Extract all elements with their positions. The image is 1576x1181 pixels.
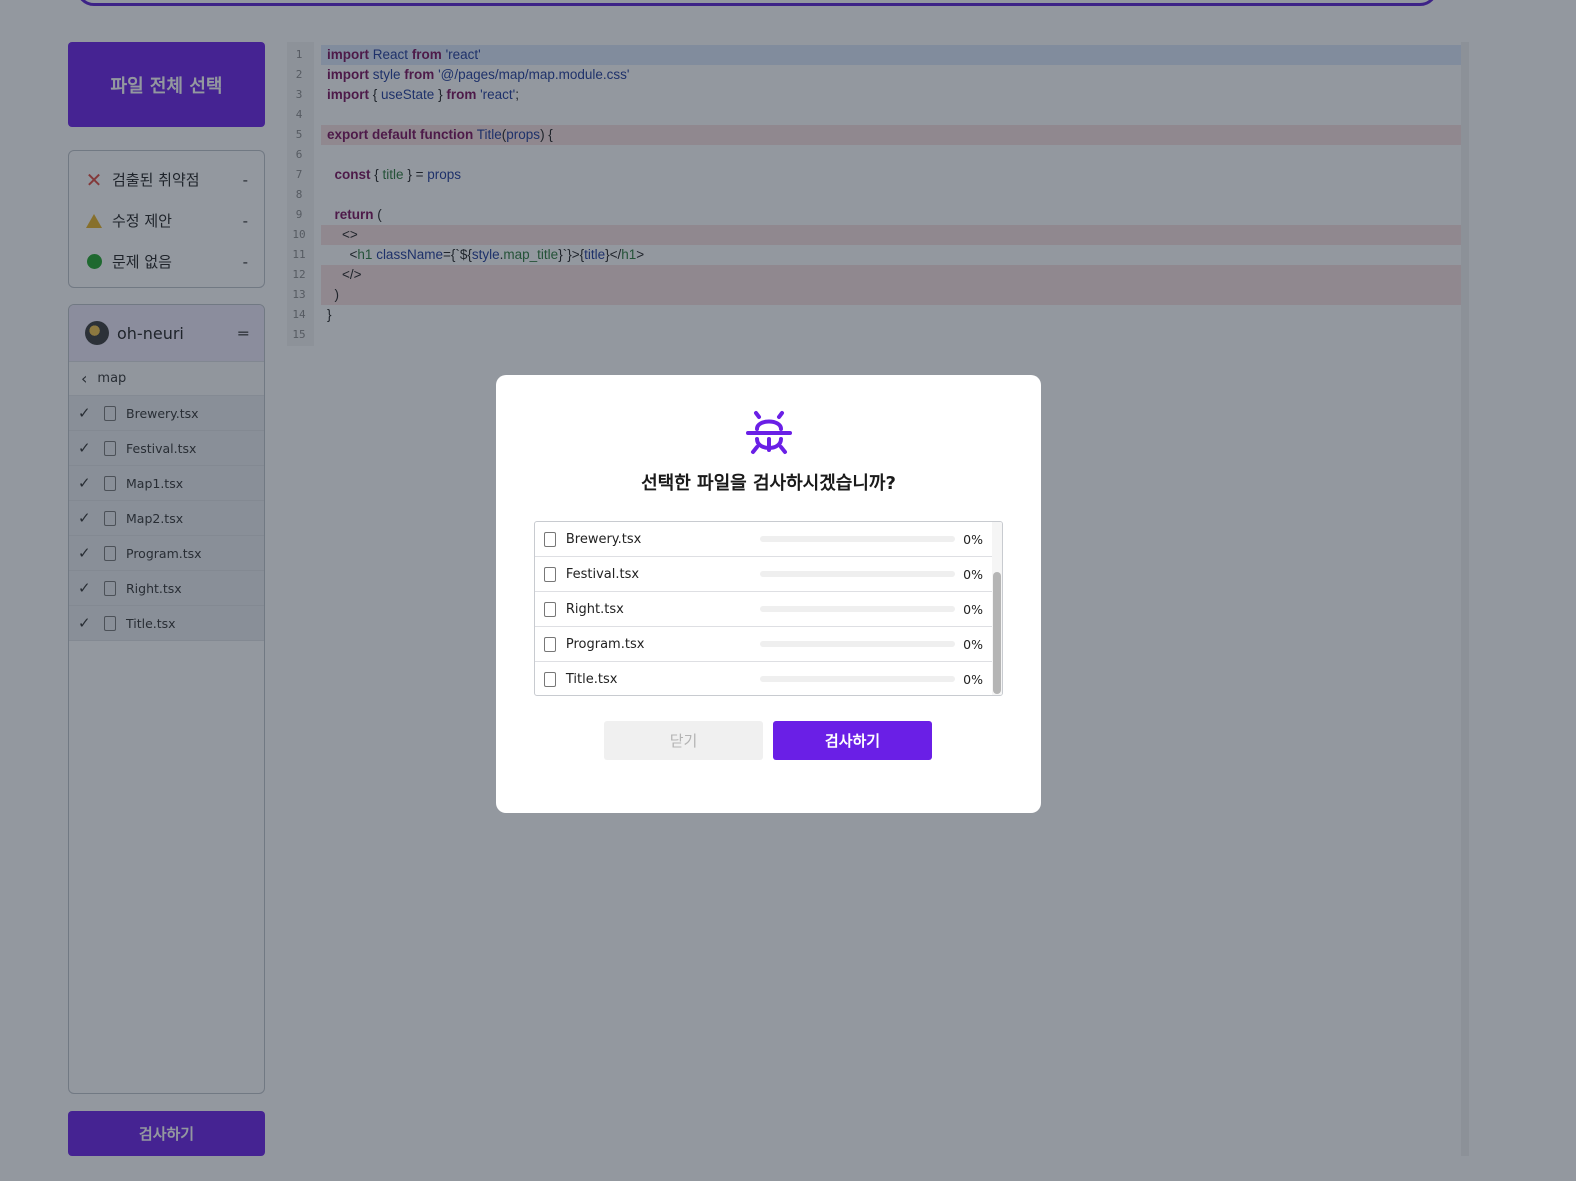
progress-bar <box>760 676 956 682</box>
file-icon <box>544 531 556 547</box>
file-name: Title.tsx <box>565 671 618 687</box>
bug-icon <box>746 411 792 454</box>
progress-percent: 0% <box>963 601 983 617</box>
close-button[interactable]: 닫기 <box>604 721 763 760</box>
modal-title: 선택한 파일을 검사하시겠습니까? <box>641 473 896 494</box>
progress-percent: 0% <box>963 671 983 687</box>
progress-bar <box>760 606 956 612</box>
file-icon <box>544 566 556 582</box>
file-name: Right.tsx <box>565 601 624 617</box>
file-name: Program.tsx <box>565 636 645 652</box>
progress-bar <box>760 641 956 647</box>
scan-file-row: Festival.tsx 0% <box>535 557 992 592</box>
scan-file-list[interactable]: Brewery.tsx 0% Festival.tsx 0% Right.tsx… <box>534 521 1003 696</box>
progress-percent: 0% <box>963 566 983 582</box>
progress-percent: 0% <box>963 531 983 547</box>
file-name: Brewery.tsx <box>565 531 642 547</box>
file-icon <box>544 671 556 687</box>
progress-percent: 0% <box>963 636 983 652</box>
scan-button[interactable]: 검사하기 <box>773 721 932 760</box>
file-name: Festival.tsx <box>565 566 640 582</box>
scan-confirm-modal: 선택한 파일을 검사하시겠습니까? Brewery.tsx 0% Festiva… <box>496 375 1041 813</box>
scan-file-row: Program.tsx 0% <box>535 627 992 662</box>
progress-bar <box>760 571 956 577</box>
file-icon <box>544 636 556 652</box>
scan-file-row: Title.tsx 0% <box>535 662 992 695</box>
progress-bar <box>760 536 956 542</box>
file-icon <box>544 601 556 617</box>
scan-file-row: Right.tsx 0% <box>535 592 992 627</box>
scan-file-row: Brewery.tsx 0% <box>535 522 992 557</box>
scrollbar-thumb[interactable] <box>993 572 1001 694</box>
